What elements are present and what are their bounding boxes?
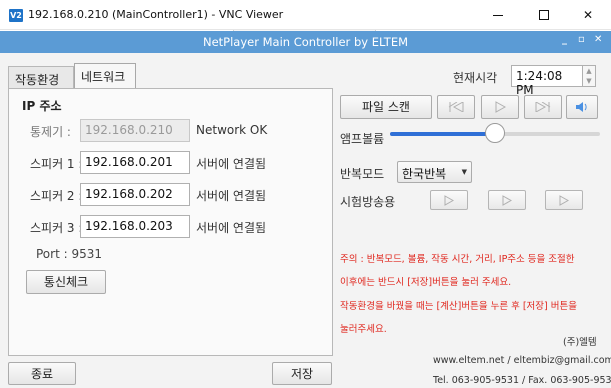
exit-button[interactable]: 종료 [8,362,76,385]
repeat-mode-label: 반복모드 [340,167,385,181]
speaker3-label: 스피커 3 : [30,221,83,235]
next-track-button[interactable] [524,95,562,119]
company-name: (주)엘템 [563,337,597,348]
speaker1-status: 서버에 연결됨 [196,157,267,171]
speaker3-status: 서버에 연결됨 [196,221,267,235]
current-time-field[interactable]: 1:24:08 PM [511,65,583,97]
spin-up-icon[interactable]: ▲ [583,66,595,76]
maximize-icon [539,10,549,20]
skip-forward-icon [535,101,551,113]
app-close-button[interactable]: ✕ [594,34,602,45]
note-line-1: 주의 : 반복모드, 볼륨, 작동 시간, 거리, IP주소 등을 조절한 [340,254,575,265]
vnc-title-bar: V2 192.168.0.210 (MainController1) - VNC… [0,0,611,30]
minimize-icon [493,14,503,16]
save-button[interactable]: 저장 [272,362,332,385]
amp-volume-thumb[interactable] [485,123,505,143]
ip-section-title: IP 주소 [22,99,62,113]
test-play-button-2[interactable] [488,190,526,210]
test-play-button-3[interactable] [545,190,583,210]
repeat-mode-select[interactable]: 한국반복 ▼ [397,161,472,183]
app-title-bar: NetPlayer Main Controller by ELTEM _ ▫ ✕ [0,31,611,53]
vnc-logo-icon: V2 [9,9,23,22]
minimize-button[interactable] [475,0,521,30]
controller-ip-field: 192.168.0.210 [80,119,190,142]
contact-web: www.eltem.net / eltembiz@gmail.com [433,355,611,366]
speaker1-ip-field[interactable]: 192.168.0.201 [80,151,190,174]
file-scan-button[interactable]: 파일 스캔 [340,95,432,119]
spin-down-icon[interactable]: ▼ [583,76,595,86]
play-icon [444,195,454,206]
time-spinner[interactable]: ▲ ▼ [583,65,596,87]
note-line-3: 작동환경을 바꿨을 때는 [계산]버튼을 누른 후 [저장] 버튼을 [340,301,577,312]
play-icon [495,101,507,113]
app-minimize-button[interactable]: _ [562,34,567,45]
amp-volume-fill [390,132,495,136]
speaker2-ip-field[interactable]: 192.168.0.202 [80,183,190,206]
app-restore-button[interactable]: ▫ [578,34,585,45]
play-icon [559,195,569,206]
play-icon [502,195,512,206]
test-broadcast-label: 시험방송용 [340,195,396,209]
note-line-2: 이후에는 반드시 [저장]버튼을 눌러 주세요. [340,277,512,288]
window-title: 192.168.0.210 (MainController1) - VNC Vi… [28,8,284,21]
close-icon: ✕ [582,8,594,22]
speaker3-ip-field[interactable]: 192.168.0.203 [80,215,190,238]
prev-track-button[interactable] [437,95,475,119]
note-line-4: 눌러주세요. [340,324,387,335]
maximize-button[interactable] [521,0,567,30]
speaker2-label: 스피커 2 : [30,189,83,203]
app-title: NetPlayer Main Controller by ELTEM [202,35,409,49]
play-button[interactable] [481,95,519,119]
tab-environment[interactable]: 작동환경 [8,66,74,88]
comm-check-button[interactable]: 통신체크 [26,270,106,294]
controller-label: 통제기 : [30,125,71,139]
test-play-button-1[interactable] [430,190,468,210]
repeat-mode-value: 한국반복 [402,167,447,181]
controller-status: Network OK [196,123,268,137]
volume-button[interactable] [566,95,598,119]
close-button[interactable]: ✕ [565,0,611,30]
amp-volume-label: 앰프볼륨 [340,132,385,146]
port-label: Port : 9531 [36,247,102,261]
tab-network[interactable]: 네트워크 [74,63,136,89]
skip-back-icon [448,101,464,113]
speaker-icon [576,102,587,112]
current-time-label: 현재시각 [453,71,498,85]
chevron-down-icon: ▼ [461,168,467,176]
speaker1-label: 스피커 1 : [30,157,83,171]
contact-phone: Tel. 063-905-9531 / Fax. 063-905-9530 [433,375,611,386]
speaker2-status: 서버에 연결됨 [196,189,267,203]
